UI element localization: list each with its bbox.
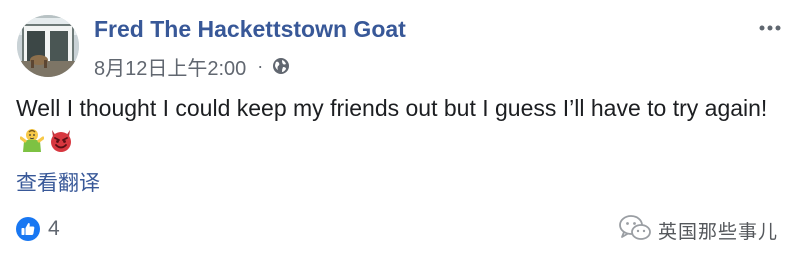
- more-options-icon[interactable]: [758, 16, 782, 40]
- like-count[interactable]: 4: [48, 217, 60, 241]
- watermark: 英国那些事儿: [618, 214, 779, 247]
- smiling-imp-emoji: [48, 127, 74, 162]
- author-name[interactable]: Fred The Hackettstown Goat: [94, 16, 406, 43]
- meta-separator: ·: [257, 55, 264, 76]
- post-text: Well I thought I could keep my friends o…: [16, 92, 776, 162]
- person-shrugging-emoji: [19, 127, 45, 162]
- like-icon[interactable]: [16, 217, 40, 241]
- wechat-icon: [618, 214, 652, 247]
- watermark-text: 英国那些事儿: [658, 221, 779, 243]
- post-timestamp[interactable]: 8月12日上午2:00: [94, 52, 246, 81]
- avatar-image: [17, 15, 79, 77]
- globe-icon[interactable]: [272, 57, 290, 75]
- post-text-content: Well I thought I could keep my friends o…: [16, 95, 768, 121]
- post-meta: 8月12日上午2:00 ·: [94, 52, 290, 81]
- reactions-bar[interactable]: 4: [16, 216, 60, 242]
- avatar[interactable]: [17, 15, 79, 77]
- see-translation-link[interactable]: 查看翻译: [16, 167, 100, 197]
- facebook-post: Fred The Hackettstown Goat 8月12日上午2:00 ·…: [0, 0, 798, 264]
